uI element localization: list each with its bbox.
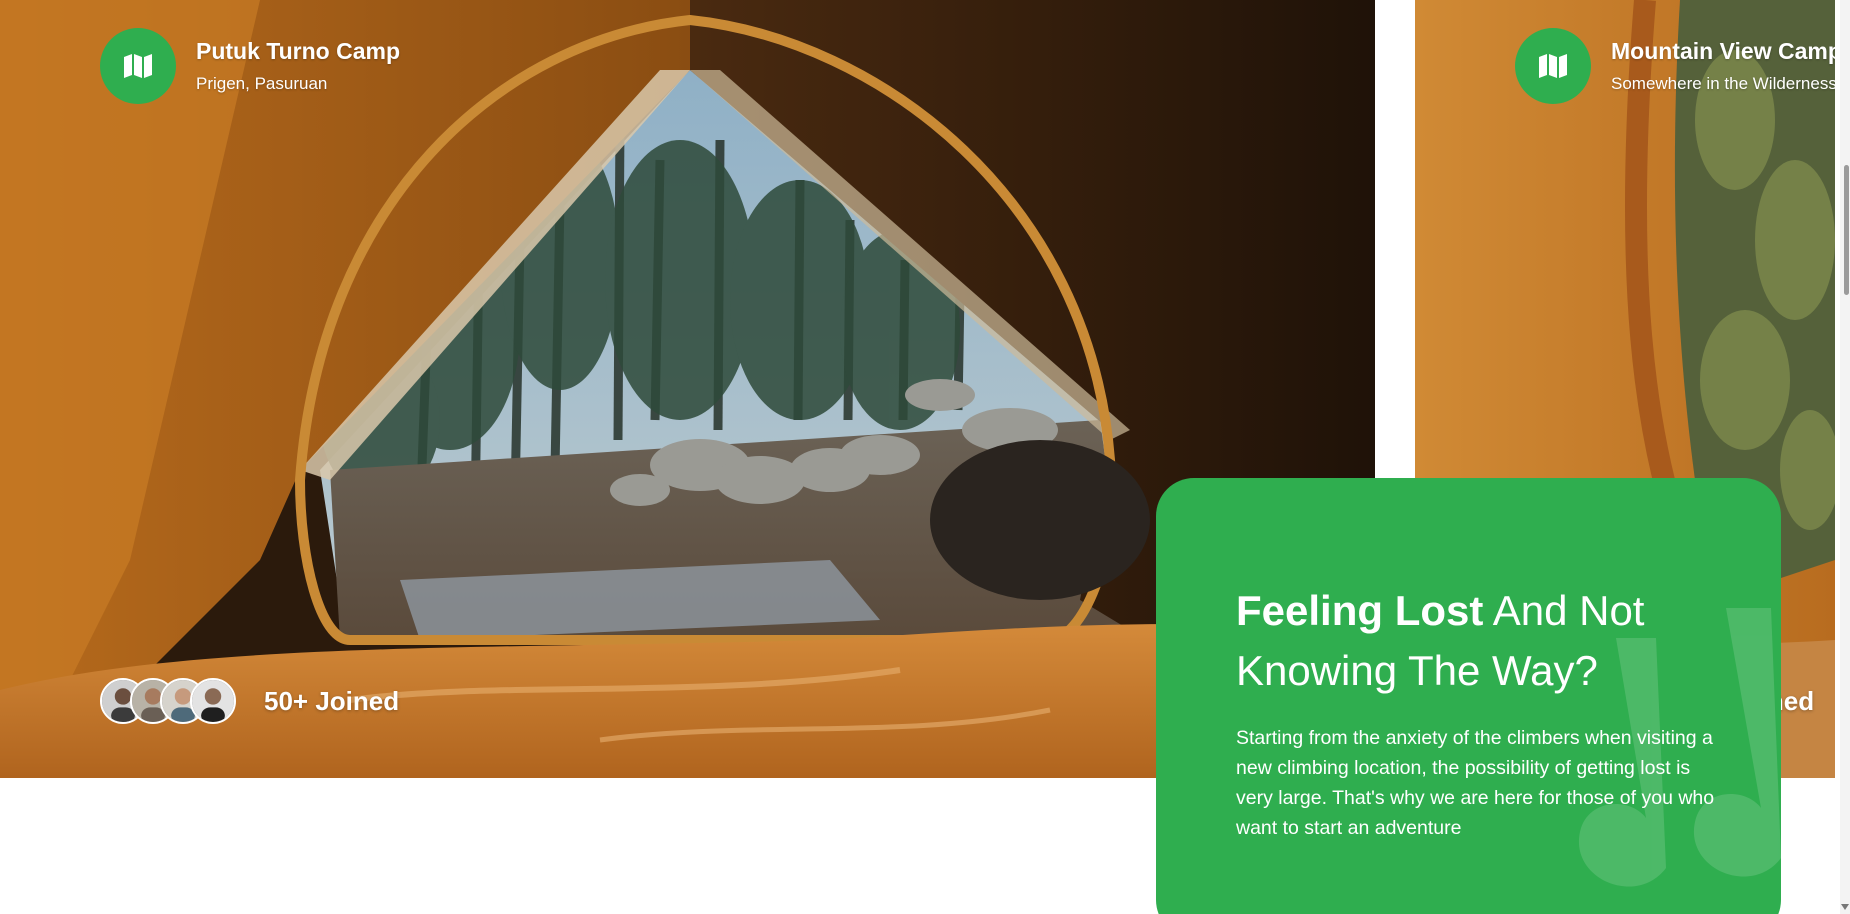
info-heading: Feeling Lost And Not Knowing The Way? xyxy=(1236,581,1706,701)
info-card: Feeling Lost And Not Knowing The Way? St… xyxy=(1156,478,1781,914)
camp-title: Mountain View Camp xyxy=(1611,38,1835,64)
camp-location: Somewhere in the Wilderness xyxy=(1611,74,1835,93)
info-heading-strong: Feeling Lost xyxy=(1236,587,1484,634)
camp-title: Putuk Turno Camp xyxy=(196,38,401,64)
avatar-stack xyxy=(100,678,236,724)
info-description: Starting from the anxiety of the climber… xyxy=(1236,727,1715,839)
camp-location: Prigen, Pasuruan xyxy=(196,74,328,93)
scrollbar-thumb[interactable] xyxy=(1844,165,1849,295)
joined-count: 50+ Joined xyxy=(264,685,400,716)
avatar xyxy=(190,678,236,724)
location-badge: Mountain View Camp Somewhere in the Wild… xyxy=(1515,28,1835,104)
joined-group: 50+ Joined xyxy=(100,678,399,724)
map-icon[interactable] xyxy=(100,28,176,104)
camp-slider: Putuk Turno Camp Prigen, Pasuruan 50+ Jo… xyxy=(0,0,1850,914)
map-icon[interactable] xyxy=(1515,28,1591,104)
vertical-scrollbar[interactable] xyxy=(1840,0,1850,914)
scroll-down-arrow-icon[interactable] xyxy=(1841,904,1849,910)
location-badge: Putuk Turno Camp Prigen, Pasuruan xyxy=(100,28,400,104)
